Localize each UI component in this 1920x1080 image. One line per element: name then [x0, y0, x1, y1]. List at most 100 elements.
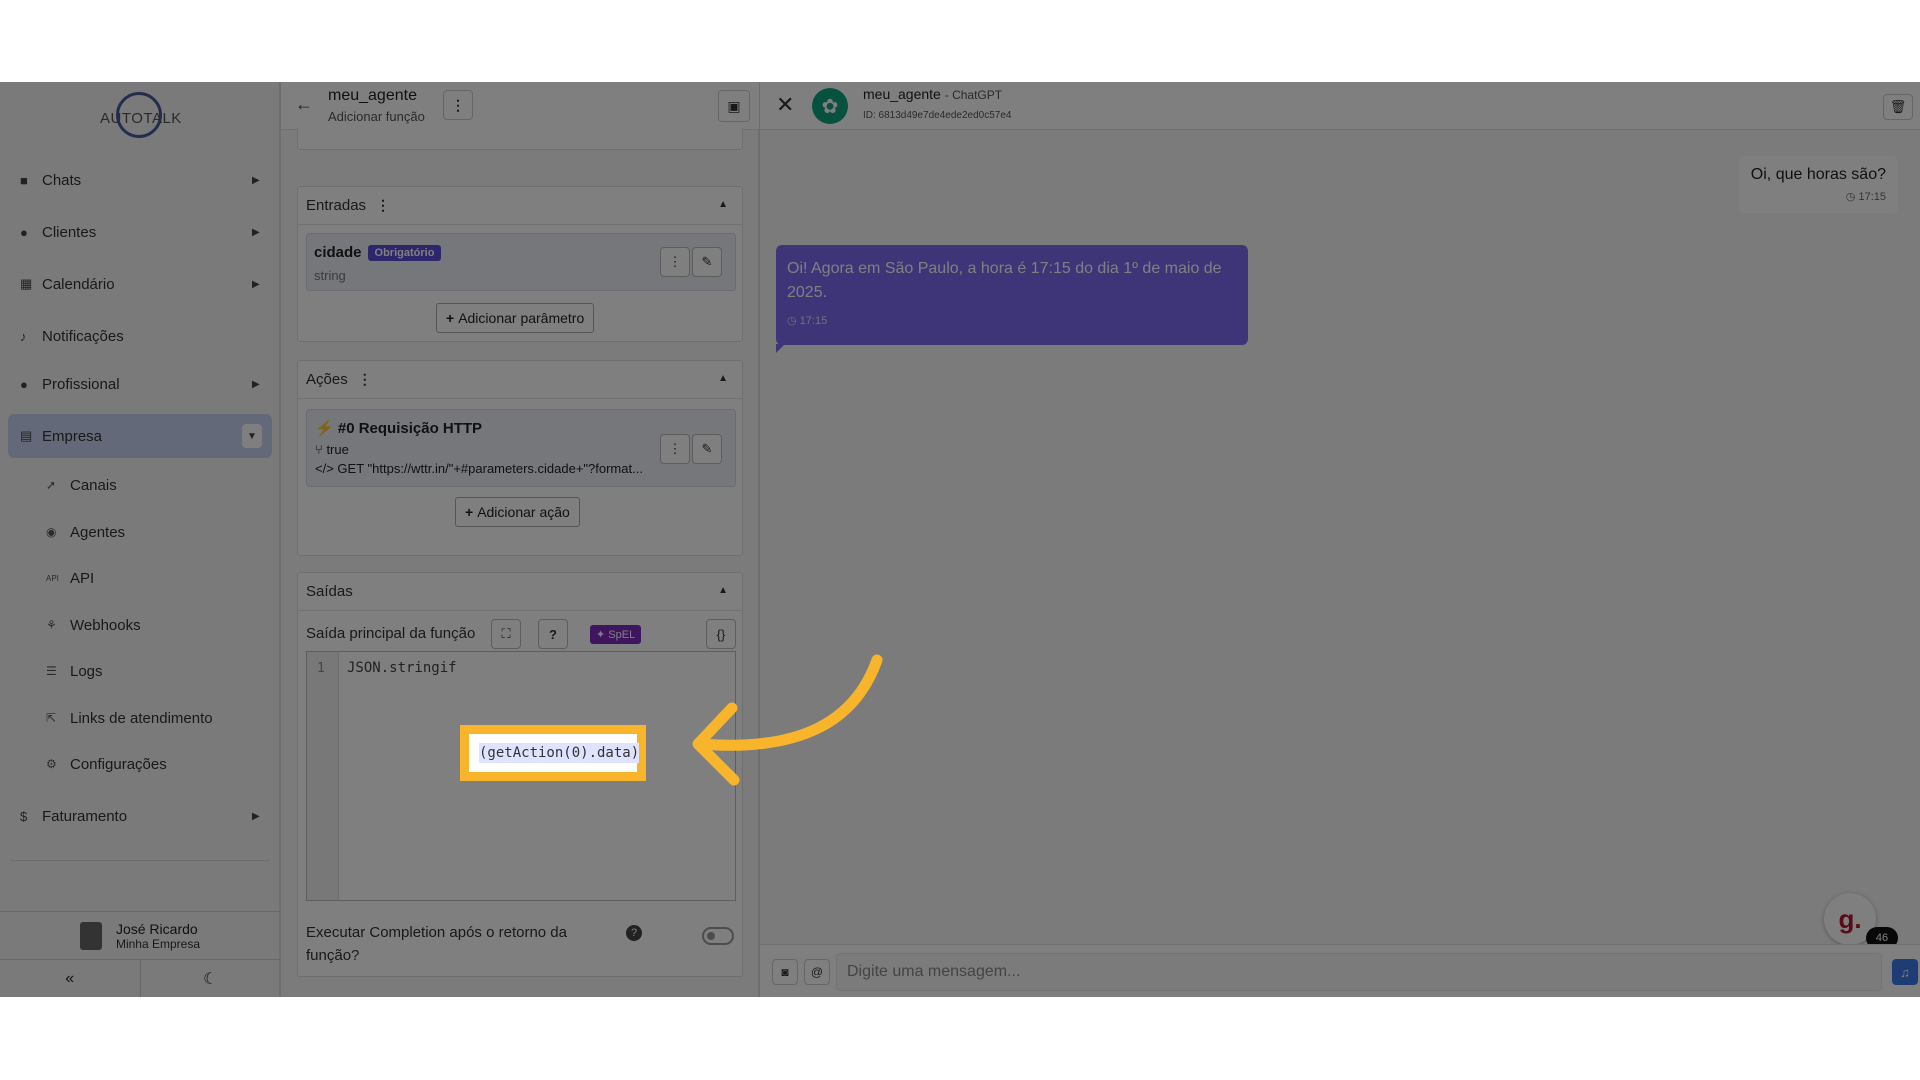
sidebar-subitem-logs[interactable]: ☰ Logs — [46, 651, 266, 691]
microphone-icon[interactable]: ♫ — [1892, 959, 1918, 985]
sidebar-item-empresa[interactable]: ▤ Empresa ▼ — [8, 414, 272, 458]
bolt-icon: ⚡ — [315, 420, 334, 437]
more-options-icon[interactable]: ⋮ — [358, 371, 372, 388]
back-arrow-icon[interactable]: ← — [295, 94, 313, 115]
clock-icon: ◷ — [787, 315, 797, 327]
edit-action-button[interactable]: ✎ — [692, 434, 722, 464]
dark-mode-icon[interactable]: ☾ — [141, 960, 281, 997]
chevron-down-icon[interactable]: ▼ — [242, 424, 262, 448]
parameter-name: cidade — [314, 244, 362, 261]
sidebar-subitem-agentes[interactable]: ◉ Agentes — [46, 512, 266, 552]
action-title: #0 Requisição HTTP — [337, 420, 483, 437]
spel-badge[interactable]: ✦ SpEL — [590, 625, 642, 644]
divider — [10, 860, 270, 861]
inputs-card: Entradas ⋮ ▲ cidade Obrigatório string ⋮ … — [297, 186, 743, 342]
editor-header: ← meu_agente Adicionar função ⋮ ▣ — [281, 82, 759, 130]
sidebar-item-clientes[interactable]: ● Clientes ▶ — [8, 210, 272, 254]
api-icon: API — [46, 573, 59, 583]
braces-icon[interactable]: {} — [706, 619, 736, 649]
parameter-options-button[interactable]: ⋮ — [660, 247, 690, 277]
main-output-label: Saída principal da função — [306, 625, 476, 642]
sidebar-item-faturamento[interactable]: $ Faturamento ▶ — [8, 794, 272, 838]
outputs-header[interactable]: Saídas ▲ — [298, 573, 742, 611]
list-icon: ☰ — [46, 664, 57, 678]
chat-header: ✕ ✿ meu_agente - ChatGPT ID: 6813d49e7de… — [760, 82, 1920, 130]
edit-parameter-button[interactable]: ✎ — [692, 247, 722, 277]
sidebar-subitem-links[interactable]: ⇱ Links de atendimento — [46, 698, 266, 738]
message-incoming: Oi! Agora em São Paulo, a hora é 17:15 d… — [776, 245, 1248, 353]
highlighted-code-text: (getAction(0).data) — [479, 743, 640, 763]
trash-icon[interactable]: 🗑 — [1883, 94, 1913, 120]
sidebar-item-label: Empresa — [42, 427, 103, 445]
calendar-icon: ▦ — [20, 276, 33, 291]
chat-panel: ✕ ✿ meu_agente - ChatGPT ID: 6813d49e7de… — [760, 82, 1920, 997]
add-action-button[interactable]: + Adicionar ação — [455, 497, 580, 527]
attachment-icon[interactable]: @ — [804, 959, 830, 985]
subitem-label: API — [70, 569, 95, 587]
collapse-sidebar-icon[interactable]: « — [0, 960, 141, 997]
add-parameter-button[interactable]: + Adicionar parâmetro — [436, 303, 595, 333]
message-text: Oi! Agora em São Paulo, a hora é 17:15 d… — [787, 260, 1222, 301]
user-profile[interactable]: José Ricardo Minha Empresa — [0, 911, 280, 959]
inputs-header[interactable]: Entradas ⋮ ▲ — [298, 187, 742, 225]
spel-label: SpEL — [608, 629, 636, 641]
branch-icon: ⑂ — [315, 442, 323, 457]
actions-card: Ações ⋮ ▲ ⚡ #0 Requisição HTTP ⑂ true </… — [297, 360, 743, 556]
rocket-icon: ➚ — [46, 478, 57, 492]
sidebar-item-profissional[interactable]: ● Profissional ▶ — [8, 362, 272, 406]
building-icon: ▤ — [20, 428, 33, 443]
action-request: GET "https://wttr.in/"+#parameters.cidad… — [337, 461, 643, 476]
camera-icon[interactable]: ◙ — [772, 959, 798, 985]
action-options-button[interactable]: ⋮ — [660, 434, 690, 464]
webhook-icon: ⚘ — [46, 618, 57, 632]
sidebar-subitem-webhooks[interactable]: ⚘ Webhooks — [46, 605, 266, 645]
agent-name-text: meu_agente — [863, 86, 941, 102]
outputs-title: Saídas — [306, 583, 353, 600]
expand-icon[interactable]: ⛶ — [491, 619, 521, 649]
chevron-right-icon: ▶ — [252, 378, 260, 390]
message-outgoing: Oi, que horas são? ◷ 17:15 — [1738, 156, 1898, 213]
highlighted-code[interactable]: (getAction(0).data) — [469, 734, 640, 772]
chevron-up-icon[interactable]: ▲ — [718, 585, 728, 596]
sidebar-item-notificacoes[interactable]: ♪ Notificações — [8, 314, 272, 358]
autotalk-logo: AUTOTALK — [100, 90, 181, 140]
chevron-up-icon[interactable]: ▲ — [718, 373, 728, 384]
external-link-icon: ⇱ — [46, 711, 57, 725]
more-options-icon[interactable]: ⋮ — [376, 197, 390, 214]
sidebar-item-label: Profissional — [42, 375, 120, 393]
subitem-label: Logs — [70, 662, 103, 680]
code-text: JSON.stringif — [347, 660, 457, 676]
sidebar-item-label: Chats — [42, 171, 82, 189]
sidebar-subitem-canais[interactable]: ➚ Canais — [46, 465, 266, 505]
chevron-right-icon: ▶ — [252, 810, 260, 822]
bell-icon: ♪ — [20, 328, 27, 344]
close-icon[interactable]: ✕ — [776, 92, 794, 118]
more-options-button[interactable]: ⋮ — [443, 90, 473, 120]
actions-header[interactable]: Ações ⋮ ▲ — [298, 361, 742, 399]
sidebar-subitem-api[interactable]: API API — [46, 558, 266, 598]
agent-id: ID: 6813d49e7de4ede2ed0c57e4 — [863, 110, 1012, 121]
user-company: Minha Empresa — [115, 936, 201, 951]
actions-title: Ações — [306, 371, 348, 388]
code-line[interactable]: JSON.stringif — [347, 660, 457, 676]
message-input[interactable]: Digite uma mensagem... — [836, 953, 1882, 991]
subitem-label: Configurações — [70, 755, 167, 773]
subitem-label: Links de atendimento — [70, 709, 213, 727]
sidebar-subitem-configuracoes[interactable]: ⚙ Configurações — [46, 744, 266, 784]
chat-icon: ■ — [20, 172, 28, 188]
save-button[interactable]: ▣ — [718, 90, 750, 122]
action-item[interactable]: ⚡ #0 Requisição HTTP ⑂ true </> GET "htt… — [306, 409, 736, 487]
sidebar-item-label: Clientes — [42, 223, 97, 241]
question-circle-icon[interactable]: ? — [626, 925, 642, 941]
gear-icon: ⚙ — [46, 757, 57, 771]
chevron-up-icon[interactable]: ▲ — [718, 199, 728, 210]
chevron-right-icon: ▶ — [252, 174, 260, 186]
user-name: José Ricardo — [115, 920, 198, 937]
openai-icon: ✿ — [812, 88, 848, 124]
line-numbers: 1 — [307, 652, 339, 900]
help-icon[interactable]: ? — [538, 619, 568, 649]
sidebar-item-calendario[interactable]: ▦ Calendário ▶ — [8, 262, 272, 306]
completion-toggle[interactable] — [702, 927, 734, 945]
sidebar-item-label: Faturamento — [42, 807, 128, 825]
sidebar-item-chats[interactable]: ■ Chats ▶ — [8, 158, 272, 202]
